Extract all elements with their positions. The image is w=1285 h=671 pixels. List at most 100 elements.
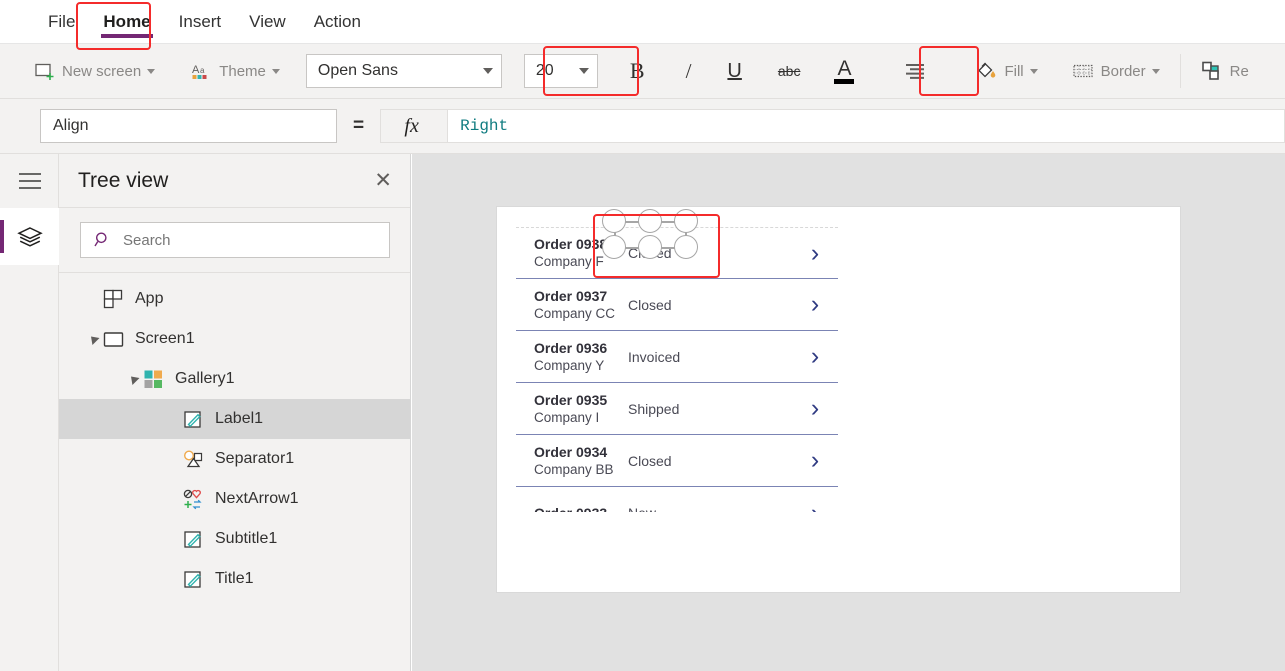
hamburger-menu-button[interactable] — [0, 154, 59, 208]
tree-item-subtitle1[interactable]: Subtitle1 — [59, 519, 410, 559]
next-arrow-icon[interactable]: › — [792, 499, 838, 513]
property-select[interactable]: Align — [40, 109, 337, 143]
nextarrow-icon — [180, 489, 206, 510]
gallery-row-status: Closed — [628, 296, 672, 313]
chevron-down-icon — [1151, 68, 1160, 74]
bold-button[interactable]: B — [624, 49, 658, 93]
gallery-row-status: New — [628, 505, 792, 512]
gallery-row[interactable]: Order 0935 Company I Shipped › — [516, 383, 838, 435]
text-align-button[interactable] — [892, 49, 943, 93]
resize-handle-top-center[interactable] — [638, 209, 662, 233]
ribbon-toolbar: New screen A a Theme Open Sans 20 B / U … — [0, 44, 1285, 99]
font-name-select[interactable]: Open Sans — [305, 54, 502, 88]
expand-twisty-icon[interactable] — [126, 372, 140, 386]
label-icon — [180, 529, 206, 550]
gallery-control[interactable]: Order 0938 Company F Closed › Order 0937… — [516, 227, 838, 512]
gallery-row-title: Order 0933 — [534, 505, 628, 513]
menu-item-action[interactable]: Action — [300, 0, 375, 44]
font-size-select[interactable]: 20 — [523, 54, 598, 88]
menu-item-label: Insert — [178, 11, 222, 31]
next-arrow-icon[interactable]: › — [792, 446, 838, 475]
close-icon[interactable]: ✕ — [374, 170, 392, 191]
tree-item-label: Separator1 — [215, 450, 295, 467]
tree-item-gallery1[interactable]: Gallery1 — [59, 359, 410, 399]
font-color-icon: A — [834, 58, 855, 84]
formula-bar: Align = fx Right — [0, 99, 1285, 154]
menu-item-view[interactable]: View — [235, 0, 300, 44]
svg-text:a: a — [200, 66, 205, 75]
label-icon — [180, 409, 206, 430]
resize-handle-bottom-center[interactable] — [638, 235, 662, 259]
gallery-row-status: Invoiced — [628, 348, 681, 365]
label1-selection-handles[interactable] — [602, 209, 698, 259]
border-button[interactable]: Border — [1066, 49, 1166, 93]
label-icon — [180, 569, 206, 590]
gallery-row[interactable]: Order 0937 Company CC Closed › — [516, 279, 838, 331]
gallery-row-subtitle: Company CC — [534, 305, 616, 321]
resize-handle-top-left[interactable] — [602, 209, 626, 233]
app-screen[interactable]: Order 0938 Company F Closed › Order 0937… — [497, 207, 1180, 592]
menu-item-home[interactable]: Home — [89, 0, 164, 44]
font-name-value: Open Sans — [317, 62, 398, 79]
gallery-row-subtitle: Company I — [534, 409, 600, 425]
next-arrow-icon[interactable]: › — [792, 239, 838, 268]
tree-item-label: Gallery1 — [175, 370, 235, 387]
reorder-button[interactable]: Re — [1195, 49, 1255, 93]
menu-item-file[interactable]: File — [34, 0, 89, 44]
tree-item-label: Title1 — [215, 570, 254, 587]
align-right-icon — [904, 62, 926, 80]
tree-item-title1[interactable]: Title1 — [59, 559, 410, 599]
tree-item-nextarrow1[interactable]: NextArrow1 — [59, 479, 410, 519]
menu-item-insert[interactable]: Insert — [165, 0, 236, 44]
tree-item-label: Label1 — [215, 410, 264, 427]
theme-button[interactable]: A a Theme — [185, 49, 286, 93]
tree-item-screen1[interactable]: Screen1 — [59, 319, 410, 359]
fill-label: Fill — [1004, 62, 1024, 80]
equals-sign: = — [353, 115, 365, 136]
gallery-row-text: Order 0933 — [516, 505, 628, 513]
search-icon — [94, 231, 112, 249]
gallery-row[interactable]: Order 0936 Company Y Invoiced › — [516, 331, 838, 383]
font-color-button[interactable]: A — [828, 49, 866, 93]
menu-item-label: Home — [103, 11, 151, 31]
resize-handle-top-right[interactable] — [674, 209, 698, 233]
resize-handle-bottom-right[interactable] — [674, 235, 698, 259]
next-arrow-icon[interactable]: › — [792, 290, 838, 319]
next-arrow-icon[interactable]: › — [792, 342, 838, 371]
formula-input[interactable]: Right — [448, 109, 1285, 143]
tree-view-header: Tree view ✕ — [59, 154, 410, 208]
fx-button[interactable]: fx — [380, 109, 449, 143]
fill-bucket-icon — [975, 60, 997, 82]
italic-label: / — [685, 58, 692, 83]
search-input[interactable]: Search — [80, 222, 390, 258]
tree-view-title: Tree view — [78, 168, 169, 192]
powerapps-studio: File Home Insert View Action New screen — [0, 0, 1285, 671]
gallery-row-title: Order 0937 — [534, 287, 608, 304]
new-screen-button[interactable]: New screen — [0, 49, 161, 93]
resize-handle-bottom-left[interactable] — [602, 235, 626, 259]
italic-button[interactable]: / — [680, 49, 698, 93]
tree-item-label1[interactable]: Label1 — [59, 399, 410, 439]
gallery-row[interactable]: Order 0933 New › — [516, 487, 838, 513]
next-arrow-icon[interactable]: › — [792, 394, 838, 423]
bold-label: B — [629, 58, 645, 83]
expand-twisty-icon[interactable] — [86, 332, 100, 346]
fill-button[interactable]: Fill — [969, 49, 1043, 93]
tree-item-separator1[interactable]: Separator1 — [59, 439, 410, 479]
gallery-row-text: Order 0937 Company CC — [516, 288, 628, 322]
property-value: Align — [53, 117, 89, 134]
chevron-down-icon — [1029, 68, 1038, 74]
rail-item-tree-view[interactable] — [0, 208, 59, 265]
theme-label: Theme — [219, 62, 266, 80]
gallery-row-title: Order 0934 — [534, 443, 608, 460]
gallery-row-subtitle: Company BB — [534, 461, 614, 477]
tree-item-app[interactable]: App — [59, 279, 410, 319]
gallery-row[interactable]: Order 0934 Company BB Closed › — [516, 435, 838, 487]
gallery-row-title: Order 0935 — [534, 391, 608, 408]
tree-search-wrap: Search — [59, 208, 410, 273]
underline-button[interactable]: U — [721, 49, 747, 93]
tree-item-label: NextArrow1 — [215, 490, 299, 507]
strikethrough-button[interactable]: abc — [772, 49, 807, 93]
rail-selection-indicator — [0, 220, 4, 253]
search-placeholder: Search — [123, 231, 171, 249]
